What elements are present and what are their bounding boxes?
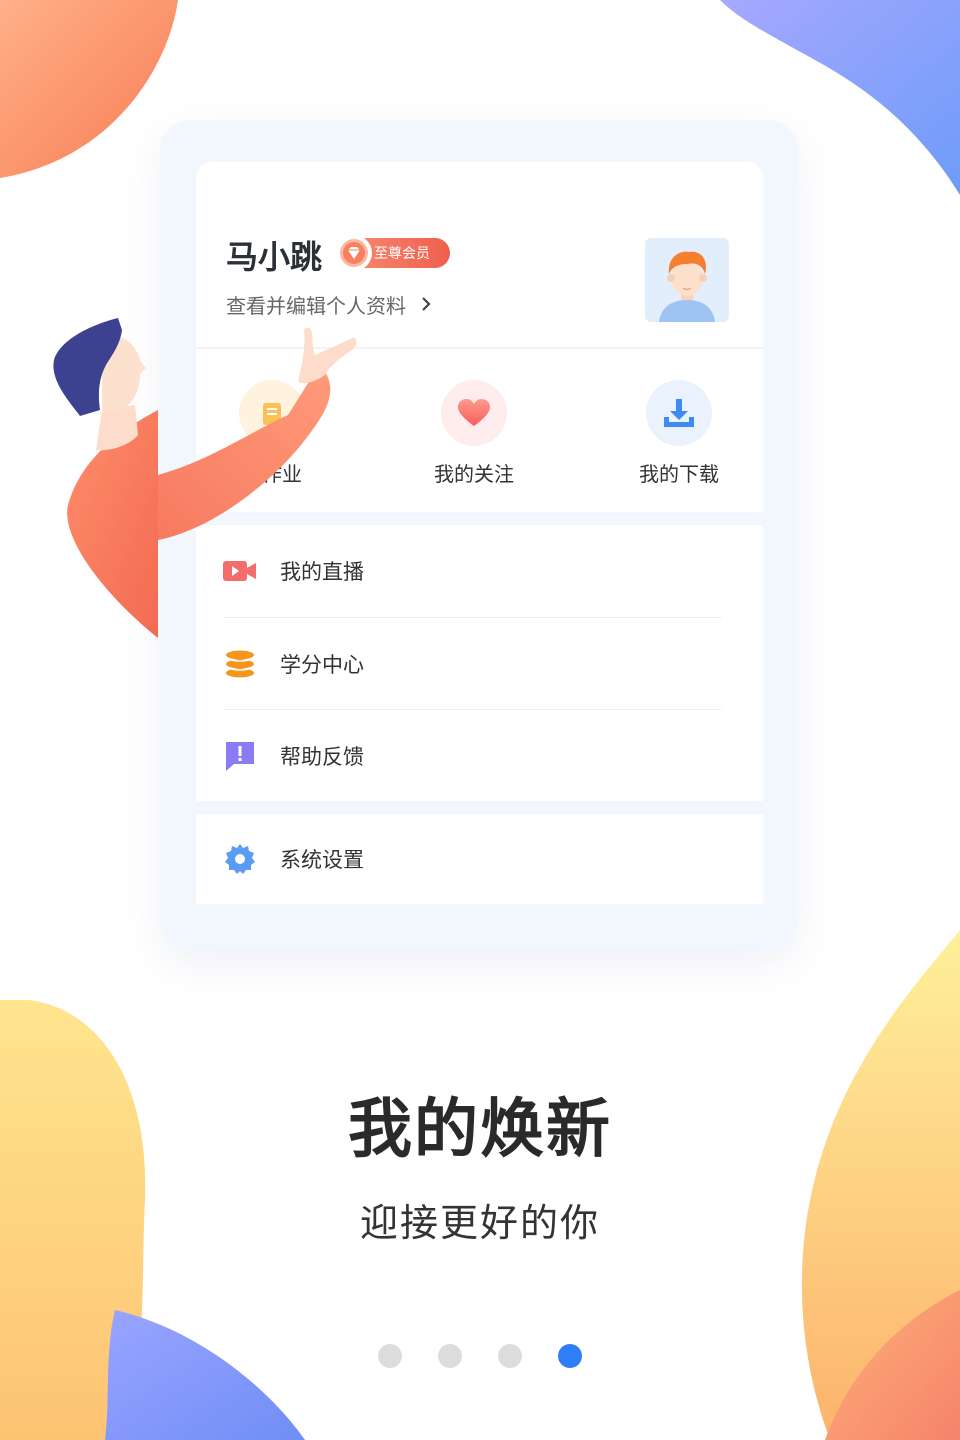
settings-panel: 系统设置 <box>196 814 763 904</box>
vip-badge[interactable]: 至尊会员 <box>336 235 450 271</box>
person-illustration <box>53 318 357 638</box>
menu-item-feedback[interactable]: 帮助反馈 <box>196 710 763 802</box>
page-dot[interactable] <box>378 1344 402 1368</box>
menu-item-settings[interactable]: 系统设置 <box>196 814 763 904</box>
menu-item-label: 帮助反馈 <box>280 745 364 769</box>
quick-action-downloads[interactable]: 我的下载 <box>599 380 759 487</box>
menu-item-label: 系统设置 <box>280 848 364 872</box>
avatar[interactable] <box>645 238 729 322</box>
diamond-icon <box>336 235 372 271</box>
user-name: 马小跳 <box>226 238 323 276</box>
quick-action-label: 我的下载 <box>639 462 719 486</box>
menu-item-label: 学分中心 <box>280 653 364 677</box>
onboarding-title: 我的焕新 <box>348 1093 612 1167</box>
download-icon <box>646 380 712 446</box>
gear-icon <box>222 841 258 877</box>
onboarding-subtitle: 迎接更好的你 <box>359 1201 600 1245</box>
credits-stack-icon <box>222 646 258 682</box>
page-dot-active[interactable] <box>558 1344 582 1368</box>
decor-blob-bottom-right <box>801 930 960 1440</box>
feedback-icon <box>222 738 258 774</box>
quick-action-following[interactable]: 我的关注 <box>394 380 554 487</box>
page-dot[interactable] <box>438 1344 462 1368</box>
page-dot[interactable] <box>498 1344 522 1368</box>
quick-action-label: 我的关注 <box>434 462 514 486</box>
heart-icon <box>441 380 507 446</box>
vip-label: 至尊会员 <box>374 246 430 262</box>
page-indicator <box>378 1344 582 1368</box>
chevron-right-icon <box>420 293 432 317</box>
